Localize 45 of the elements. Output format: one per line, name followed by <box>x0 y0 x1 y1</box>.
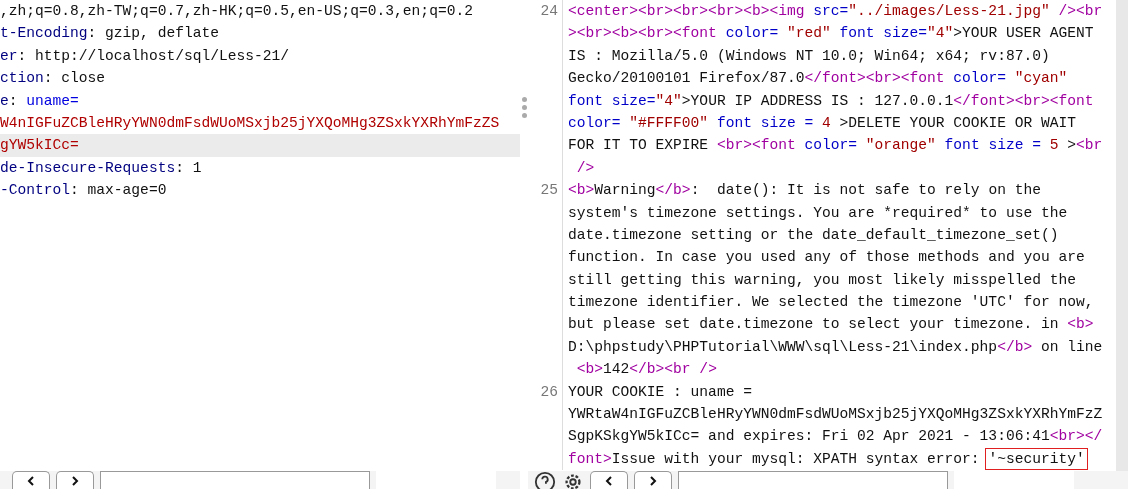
previous-button[interactable] <box>590 471 628 489</box>
code-line: <b>Warning</b>: date(): It is not safe to rely on the <box>568 181 1042 201</box>
search-field[interactable] <box>100 471 370 489</box>
code-line: system's timezone settings. You are *required* to use the <box>568 203 1069 223</box>
code-line: er: http://localhost/sql/Less-21/ <box>0 46 290 66</box>
chevron-left-icon <box>25 474 37 487</box>
code-line: date.timezone setting or the date_default_timezone_set() <box>568 225 1060 245</box>
code-line: YWRtaW4nIGFuZCBleHRyYWN0dmFsdWUoMSxjb25jYXQoMHg3ZSxkYXRhYmFzZ <box>568 405 1104 425</box>
help-icon[interactable] <box>534 471 556 489</box>
pane-splitter-handle[interactable] <box>520 97 528 118</box>
line-number: 26 <box>540 382 558 402</box>
code-line: YOUR COOKIE : uname = <box>568 382 753 402</box>
previous-button[interactable] <box>12 471 50 489</box>
code-line: timezone identifier. We selected the timezone 'UTC' for now, <box>568 293 1095 313</box>
code-line: -Control: max-age=0 <box>0 181 168 201</box>
code-line: t-Encoding: gzip, deflate <box>0 24 220 44</box>
next-button[interactable] <box>56 471 94 489</box>
code-line: D:\phpstudy\PHPTutorial\WWW\sql\Less-21\index.php</b> on line <box>568 337 1104 357</box>
chevron-right-icon <box>647 474 659 487</box>
code-line: FOR IT TO EXPIRE <br><font color= "orange" font size = 5 ><br <box>568 136 1104 156</box>
code-line: IS : Mozilla/5.0 (Windows NT 10.0; Win64; x64; rv:87.0) <box>568 46 1051 66</box>
code-line: <b>142</b><br /> <box>575 360 718 380</box>
code-line: font>Issue with your mysql: XPATH syntax error: '~security' <box>568 447 1116 471</box>
code-line: ction: close <box>0 69 107 89</box>
code-line: e: uname= <box>0 91 80 111</box>
search-field[interactable] <box>678 471 948 489</box>
code-line: SgpKSkgYW5kICc= and expires: Fri 02 Apr 2021 - 13:06:41<br></ <box>568 427 1104 447</box>
code-line: <center><br><br><br><b><img src="../images/Less-21.jpg" /><br <box>568 2 1104 21</box>
code-line: W4nIGFuZCBleHRyYWN0dmFsdWUoMSxjb25jYXQoMHg3ZSxkYXRhYmFzZS <box>0 113 501 133</box>
line-number: 24 <box>540 2 558 21</box>
code-line: de-Insecure-Requests: 1 <box>0 158 203 178</box>
next-button[interactable] <box>634 471 672 489</box>
code-line: ,zh;q=0.8,zh-TW;q=0.7,zh-HK;q=0.5,en-US;q=0.3,en;q=0.2 <box>0 2 474 21</box>
code-line: color= "#FFFF00" font size = 4 >DELETE YOUR COOKIE OR WAIT <box>568 113 1077 133</box>
code-line: still getting this warning, you most likely misspelled the <box>568 270 1077 290</box>
chevron-right-icon <box>69 474 81 487</box>
code-line: function. In case you used any of those methods and you are <box>568 248 1086 268</box>
code-line: but please set date.timezone to select your timezone. in <b> <box>568 315 1095 335</box>
settings-icon[interactable] <box>562 471 584 489</box>
code-line: /> <box>575 158 596 178</box>
line-number: 25 <box>540 181 558 201</box>
code-line: Gecko/20100101 Firefox/87.0</font><br><font color= "cyan" <box>568 69 1069 89</box>
code-line: font size="4">YOUR IP ADDRESS IS : 127.0.0.1</font><br><font <box>568 91 1095 111</box>
code-line: ><br><b><br><font color= "red" font size="4">YOUR USER AGENT <box>568 24 1095 44</box>
chevron-left-icon <box>603 474 615 487</box>
